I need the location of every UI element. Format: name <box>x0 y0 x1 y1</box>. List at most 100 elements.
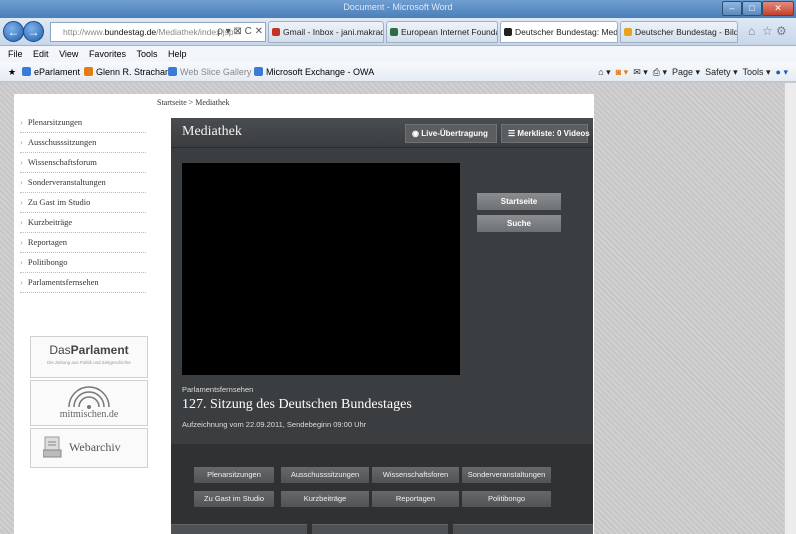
favorite-eparlament[interactable]: eParlament <box>22 62 80 82</box>
eif-icon <box>390 28 398 36</box>
favorite-label: Glenn R. Strachan <box>96 67 171 77</box>
tab-bundestag-mediathek[interactable]: Deutscher Bundestag: Medi... ✕ <box>500 21 618 43</box>
ie-page-icon <box>624 28 632 36</box>
list-icon: ☰ <box>508 129 516 138</box>
video-category: Parlamentsfernsehen <box>182 385 254 394</box>
menu-edit[interactable]: Edit <box>33 49 49 59</box>
feeds-icon[interactable]: ◙ ▾ <box>616 67 628 77</box>
bottom-tab[interactable] <box>453 524 593 534</box>
address-bar[interactable]: http://www.bundestag.de/Mediathek/index.… <box>50 22 266 42</box>
bottom-tab[interactable] <box>312 524 448 534</box>
sidebar-item-politibongo[interactable]: Politibongo <box>20 252 146 273</box>
maximize-icon[interactable]: □ <box>742 1 762 16</box>
page-title: Mediathek <box>182 124 242 139</box>
merkliste-button[interactable]: ☰ Merkliste: 0 Videos <box>501 124 590 143</box>
back-arrow-icon[interactable]: ← <box>3 21 24 42</box>
das-parlament-wordmark: DasParlament <box>31 343 147 357</box>
category-ausschusssitzungen[interactable]: Ausschusssitzungen <box>281 467 369 483</box>
ie-page-icon <box>22 67 31 76</box>
suche-button[interactable]: Suche <box>477 215 561 232</box>
sidebar-item-wissenschaftsforum[interactable]: Wissenschaftsforum <box>20 152 146 173</box>
tab-european-internet-foundation[interactable]: European Internet Foundation <box>386 21 498 43</box>
logo-text-bold: Parlament <box>70 343 129 357</box>
ie-page-icon <box>168 67 177 76</box>
category-sonderveranstaltungen[interactable]: Sonderveranstaltungen <box>462 467 551 483</box>
gmail-icon <box>272 28 280 36</box>
tab-gmail[interactable]: Gmail - Inbox - jani.makraduli... <box>268 21 384 43</box>
category-plenarsitzungen[interactable]: Plenarsitzungen <box>194 467 274 483</box>
webarchiv-logo[interactable]: Webarchiv <box>30 428 148 468</box>
address-controls[interactable]: ρ ▾ ⊠ C ✕ <box>217 23 263 41</box>
category-kurzbeitraege[interactable]: Kurzbeiträge <box>281 491 369 507</box>
menu-page[interactable]: Page ▾ <box>672 67 700 77</box>
sidebar-item-zu-gast-im-studio[interactable]: Zu Gast im Studio <box>20 192 146 213</box>
favorite-label: Web Slice Gallery ▾ <box>180 67 259 77</box>
tab-label: European Internet Foundation <box>401 27 497 37</box>
window-titlebar: Document - Microsoft Word – □ ✕ <box>0 0 796 18</box>
favorites-star-icon[interactable]: ★ <box>8 62 16 82</box>
home-icon[interactable]: ⌂ ▾ <box>598 67 610 77</box>
forward-arrow-icon[interactable]: → <box>23 21 44 42</box>
mitmischen-logo[interactable]: mitmischen.de <box>30 380 148 426</box>
sidebar-item-plenarsitzungen[interactable]: Plenarsitzungen <box>20 112 146 133</box>
favorites-star-icon[interactable]: ☆ <box>762 24 773 38</box>
address-domain: bundestag.de <box>104 27 157 37</box>
menu-file[interactable]: File <box>8 49 23 59</box>
close-icon[interactable]: ✕ <box>762 1 794 16</box>
das-parlament-logo[interactable]: DasParlament Die Zeitung aus Politik und… <box>30 336 148 378</box>
signal-waves-icon <box>68 386 110 409</box>
mitmischen-text: mitmischen.de <box>59 409 119 420</box>
ie-page-icon <box>254 67 263 76</box>
sidebar-item-ausschusssitzungen[interactable]: Ausschusssitzungen <box>20 132 146 153</box>
home-icon[interactable]: ⌂ <box>748 24 755 38</box>
tab-label: Deutscher Bundestag - Bilderdi... <box>635 27 737 37</box>
tab-bundestag-bilderdienst[interactable]: Deutscher Bundestag - Bilderdi... <box>620 21 738 43</box>
sidebar-item-kurzbeitraege[interactable]: Kurzbeiträge <box>20 212 146 233</box>
category-politibongo[interactable]: Politibongo <box>462 491 551 507</box>
category-zu-gast-im-studio[interactable]: Zu Gast im Studio <box>194 491 274 507</box>
archive-document-icon <box>43 436 62 458</box>
live-label: Live-Übertragung <box>421 129 488 138</box>
favorite-owa[interactable]: Microsoft Exchange - OWA <box>254 62 374 82</box>
print-icon[interactable]: ⎙ ▾ <box>653 67 667 77</box>
video-info: Aufzeichnung vom 22.09.2011, Sendebeginn… <box>182 420 367 429</box>
live-button[interactable]: ◉ Live-Übertragung <box>405 124 497 143</box>
favorite-glenn-strachan[interactable]: Glenn R. Strachan <box>84 62 170 82</box>
menu-view[interactable]: View <box>59 49 78 59</box>
bundestag-eagle-icon <box>504 28 512 36</box>
navigation-row: ← → http://www.bundestag.de/Mediathek/in… <box>0 18 796 46</box>
tab-label: Gmail - Inbox - jani.makraduli... <box>283 27 383 37</box>
startseite-button[interactable]: Startseite <box>477 193 561 210</box>
category-wissenschaftsforen[interactable]: Wissenschaftsforen <box>372 467 459 483</box>
webarchiv-text: Webarchiv <box>69 440 121 454</box>
favorite-label: Microsoft Exchange - OWA <box>266 67 375 77</box>
logo-text-light: Das <box>49 343 71 357</box>
sidebar-item-reportagen[interactable]: Reportagen <box>20 232 146 253</box>
favorite-label: eParlament <box>34 67 81 77</box>
menu-tools[interactable]: Tools <box>136 49 157 59</box>
live-dot-icon: ◉ <box>412 129 419 138</box>
sidebar-item-parlamentsfernsehen[interactable]: Parlamentsfernsehen <box>20 272 146 293</box>
bottom-tab[interactable] <box>171 524 307 534</box>
menu-safety[interactable]: Safety ▾ <box>705 67 738 77</box>
merkliste-label: Merkliste: 0 Videos <box>517 129 590 138</box>
menu-help[interactable]: Help <box>168 49 187 59</box>
help-icon[interactable]: ● ▾ <box>776 67 788 77</box>
command-bar: ⌂ ▾ ◙ ▾ ✉ ▾ ⎙ ▾ Page ▾ Safety ▾ Tools ▾ … <box>598 62 788 82</box>
vertical-scrollbar[interactable] <box>784 83 796 534</box>
menu-bar: File Edit View Favorites Tools Help <box>0 46 796 62</box>
video-title: 127. Sitzung des Deutschen Bundestages <box>182 397 412 412</box>
video-player[interactable] <box>182 163 460 375</box>
tab-label: Deutscher Bundestag: Medi... <box>515 27 618 37</box>
gear-icon[interactable]: ⚙ <box>776 24 787 38</box>
sidebar-item-sonderveranstaltungen[interactable]: Sonderveranstaltungen <box>20 172 146 193</box>
breadcrumb[interactable]: Startseite > Mediathek <box>157 98 230 107</box>
blogger-icon <box>84 67 93 76</box>
favorite-web-slice-gallery[interactable]: Web Slice Gallery ▾ <box>168 62 258 82</box>
minimize-icon[interactable]: – <box>722 1 742 16</box>
category-reportagen[interactable]: Reportagen <box>372 491 459 507</box>
window-title: Document - Microsoft Word <box>343 2 453 12</box>
menu-tools-cmd[interactable]: Tools ▾ <box>742 67 770 77</box>
menu-favorites[interactable]: Favorites <box>89 49 126 59</box>
mail-icon[interactable]: ✉ ▾ <box>633 67 648 77</box>
